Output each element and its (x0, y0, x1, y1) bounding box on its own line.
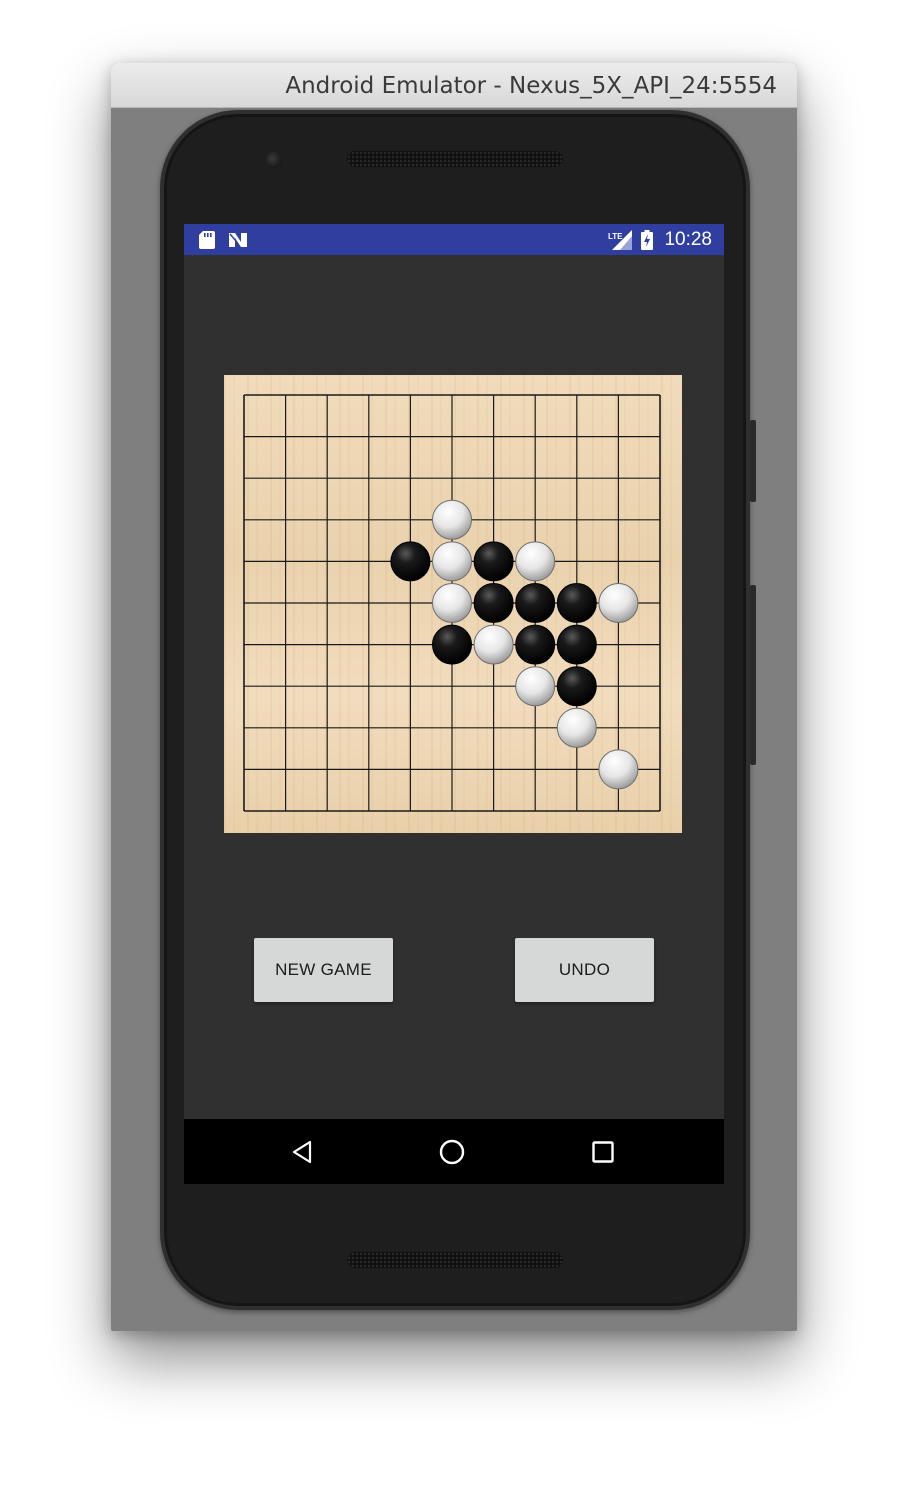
black-stone (556, 624, 597, 665)
title-bar[interactable]: Android Emulator - Nexus_5X_API_24:5554 (111, 63, 797, 108)
home-icon[interactable] (412, 1119, 492, 1184)
undo-button[interactable]: UNDO (515, 938, 654, 1002)
sd-card-icon (199, 224, 215, 255)
board-grid[interactable] (224, 375, 682, 833)
volume-rocker[interactable] (750, 585, 756, 765)
black-stone (473, 541, 514, 582)
black-stone (556, 583, 597, 623)
white-stone (598, 749, 639, 790)
status-bar: LTE 10:28 (184, 224, 724, 255)
white-stone (515, 541, 556, 582)
white-stone (473, 624, 514, 665)
black-stone (515, 624, 556, 665)
bottom-speaker-grille (347, 1252, 563, 1268)
power-button[interactable] (750, 420, 756, 502)
device-screen: LTE 10:28 NEW GAME UNDO (184, 224, 724, 1184)
lte-signal-icon: LTE (608, 224, 632, 255)
new-game-button[interactable]: NEW GAME (254, 938, 393, 1002)
black-stone (556, 666, 597, 707)
top-speaker-grille (347, 151, 563, 167)
black-stone (432, 624, 472, 665)
window-title: Android Emulator - Nexus_5X_API_24:5554 (285, 73, 777, 99)
front-camera-icon (266, 152, 282, 168)
svg-text:LTE: LTE (608, 232, 623, 241)
white-stone (598, 583, 639, 623)
white-stone (432, 499, 472, 540)
recents-icon[interactable] (563, 1119, 643, 1184)
white-stone (432, 541, 472, 582)
back-icon[interactable] (262, 1119, 342, 1184)
black-stone (390, 541, 431, 582)
white-stone (432, 583, 472, 623)
white-stone (556, 707, 597, 748)
black-stone (515, 583, 556, 623)
nougat-n-icon (228, 224, 248, 255)
battery-charging-icon (641, 224, 653, 255)
black-stone (473, 583, 514, 623)
white-stone (515, 666, 556, 707)
navigation-bar (184, 1119, 724, 1184)
gomoku-board[interactable] (224, 375, 682, 833)
status-clock: 10:28 (664, 229, 712, 250)
